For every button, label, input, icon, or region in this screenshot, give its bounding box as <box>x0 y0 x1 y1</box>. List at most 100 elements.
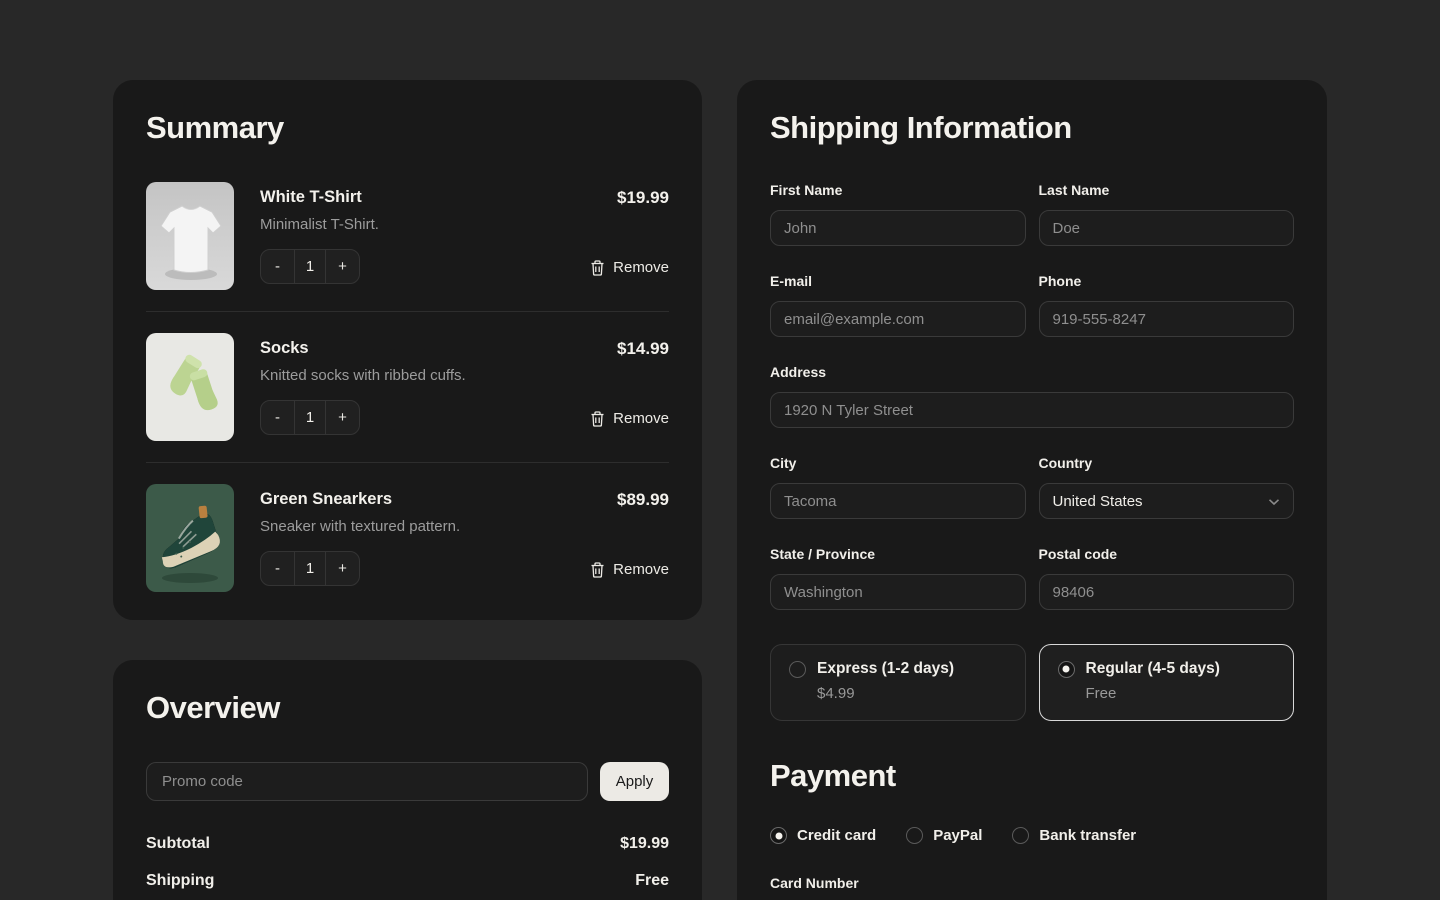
item-price: $89.99 <box>617 490 669 510</box>
remove-label: Remove <box>613 410 669 427</box>
trash-icon <box>590 411 605 427</box>
subtotal-row: Subtotal $19.99 <box>146 835 669 853</box>
quantity-value: 1 <box>294 401 326 434</box>
last-name-field-group: Last Name <box>1039 182 1295 246</box>
payment-method-paypal[interactable]: PayPal <box>906 827 982 844</box>
item-description: Minimalist T-Shirt. <box>260 216 539 233</box>
payment-method-label: PayPal <box>933 827 982 844</box>
phone-label: Phone <box>1039 273 1295 289</box>
shipping-option-label: Regular (4-5 days) <box>1086 660 1220 678</box>
green-socks-photo <box>146 333 234 441</box>
item-divider <box>146 462 669 463</box>
trash-icon <box>590 260 605 276</box>
shipping-option-regular[interactable]: Regular (4-5 days) Free <box>1039 644 1295 721</box>
state-label: State / Province <box>770 546 1026 562</box>
state-input[interactable] <box>770 574 1026 610</box>
shipping-information-panel: Shipping Information First Name Last Nam… <box>737 80 1327 900</box>
city-input[interactable] <box>770 483 1026 519</box>
email-field-group: E-mail <box>770 273 1026 337</box>
card-number-label: Card Number <box>770 875 1294 891</box>
item-name: White T-Shirt <box>260 188 539 207</box>
item-price: $19.99 <box>617 188 669 208</box>
first-name-field-group: First Name <box>770 182 1026 246</box>
first-name-input[interactable] <box>770 210 1026 246</box>
item-info: Green Snearkers Sneaker with textured pa… <box>260 490 539 535</box>
cart-item-green-snearkers: Green Snearkers Sneaker with textured pa… <box>146 484 669 592</box>
quantity-value: 1 <box>294 552 326 585</box>
payment-title: Payment <box>770 758 1294 794</box>
item-name: Green Snearkers <box>260 490 539 509</box>
remove-label: Remove <box>613 561 669 578</box>
cart-item-socks: Socks Knitted socks with ribbed cuffs. $… <box>146 333 669 441</box>
payment-method-credit-card[interactable]: Credit card <box>770 827 876 844</box>
shipping-option-price: $4.99 <box>817 685 1007 702</box>
decrease-quantity-button[interactable]: - <box>261 552 294 585</box>
state-field-group: State / Province <box>770 546 1026 610</box>
item-info: White T-Shirt Minimalist T-Shirt. <box>260 188 539 233</box>
apply-promo-button[interactable]: Apply <box>600 762 669 801</box>
promo-code-row: Apply <box>146 762 669 801</box>
postal-code-input[interactable] <box>1039 574 1295 610</box>
subtotal-value: $19.99 <box>620 835 669 853</box>
country-label: Country <box>1039 455 1295 471</box>
increase-quantity-button[interactable]: + <box>326 401 359 434</box>
shipping-option-price: Free <box>1086 685 1276 702</box>
remove-item-button[interactable]: Remove <box>590 410 669 427</box>
last-name-input[interactable] <box>1039 210 1295 246</box>
summary-title: Summary <box>146 110 669 146</box>
shipping-cost-label: Shipping <box>146 872 214 890</box>
item-name: Socks <box>260 339 539 358</box>
radio-unchecked-icon[interactable] <box>906 827 923 844</box>
increase-quantity-button[interactable]: + <box>326 552 359 585</box>
trash-icon <box>590 562 605 578</box>
radio-unchecked-icon[interactable] <box>789 661 806 678</box>
payment-methods: Credit card PayPal Bank transfer <box>770 827 1294 844</box>
decrease-quantity-button[interactable]: - <box>261 250 294 283</box>
shipping-option-express[interactable]: Express (1-2 days) $4.99 <box>770 644 1026 721</box>
summary-panel: Summary White T-Shirt Minimalist T-Shirt… <box>113 80 702 620</box>
quantity-stepper: - 1 + <box>260 400 360 435</box>
shipping-information-title: Shipping Information <box>770 110 1294 146</box>
quantity-stepper: - 1 + <box>260 551 360 586</box>
cart-item-white-t-shirt: White T-Shirt Minimalist T-Shirt. $19.99… <box>146 182 669 290</box>
chevron-down-icon <box>1268 493 1280 510</box>
country-select[interactable]: United States <box>1039 483 1295 519</box>
item-divider <box>146 311 669 312</box>
remove-item-button[interactable]: Remove <box>590 561 669 578</box>
overview-title: Overview <box>146 690 669 726</box>
increase-quantity-button[interactable]: + <box>326 250 359 283</box>
phone-field-group: Phone <box>1039 273 1295 337</box>
decrease-quantity-button[interactable]: - <box>261 401 294 434</box>
item-description: Knitted socks with ribbed cuffs. <box>260 367 539 384</box>
item-info: Socks Knitted socks with ribbed cuffs. <box>260 339 539 384</box>
item-price: $14.99 <box>617 339 669 359</box>
address-field-group: Address <box>770 364 1294 428</box>
address-input[interactable] <box>770 392 1294 428</box>
radio-unchecked-icon[interactable] <box>1012 827 1029 844</box>
payment-method-bank-transfer[interactable]: Bank transfer <box>1012 827 1136 844</box>
payment-method-label: Credit card <box>797 827 876 844</box>
address-label: Address <box>770 364 1294 380</box>
overview-panel: Overview Apply Subtotal $19.99 Shipping … <box>113 660 702 900</box>
email-label: E-mail <box>770 273 1026 289</box>
item-description: Sneaker with textured pattern. <box>260 518 539 535</box>
radio-checked-icon[interactable] <box>1058 661 1075 678</box>
shipping-cost-value: Free <box>635 872 669 890</box>
shipping-option-label: Express (1-2 days) <box>817 660 954 678</box>
quantity-stepper: - 1 + <box>260 249 360 284</box>
quantity-value: 1 <box>294 250 326 283</box>
promo-code-input[interactable] <box>146 762 588 801</box>
last-name-label: Last Name <box>1039 182 1295 198</box>
payment-method-label: Bank transfer <box>1039 827 1136 844</box>
city-label: City <box>770 455 1026 471</box>
remove-item-button[interactable]: Remove <box>590 259 669 276</box>
subtotal-label: Subtotal <box>146 835 210 853</box>
email-input[interactable] <box>770 301 1026 337</box>
green-sneaker-photo <box>146 484 234 592</box>
postal-code-field-group: Postal code <box>1039 546 1295 610</box>
phone-input[interactable] <box>1039 301 1295 337</box>
postal-code-label: Postal code <box>1039 546 1295 562</box>
city-field-group: City <box>770 455 1026 519</box>
country-selected-value: United States <box>1053 493 1143 510</box>
radio-checked-icon[interactable] <box>770 827 787 844</box>
